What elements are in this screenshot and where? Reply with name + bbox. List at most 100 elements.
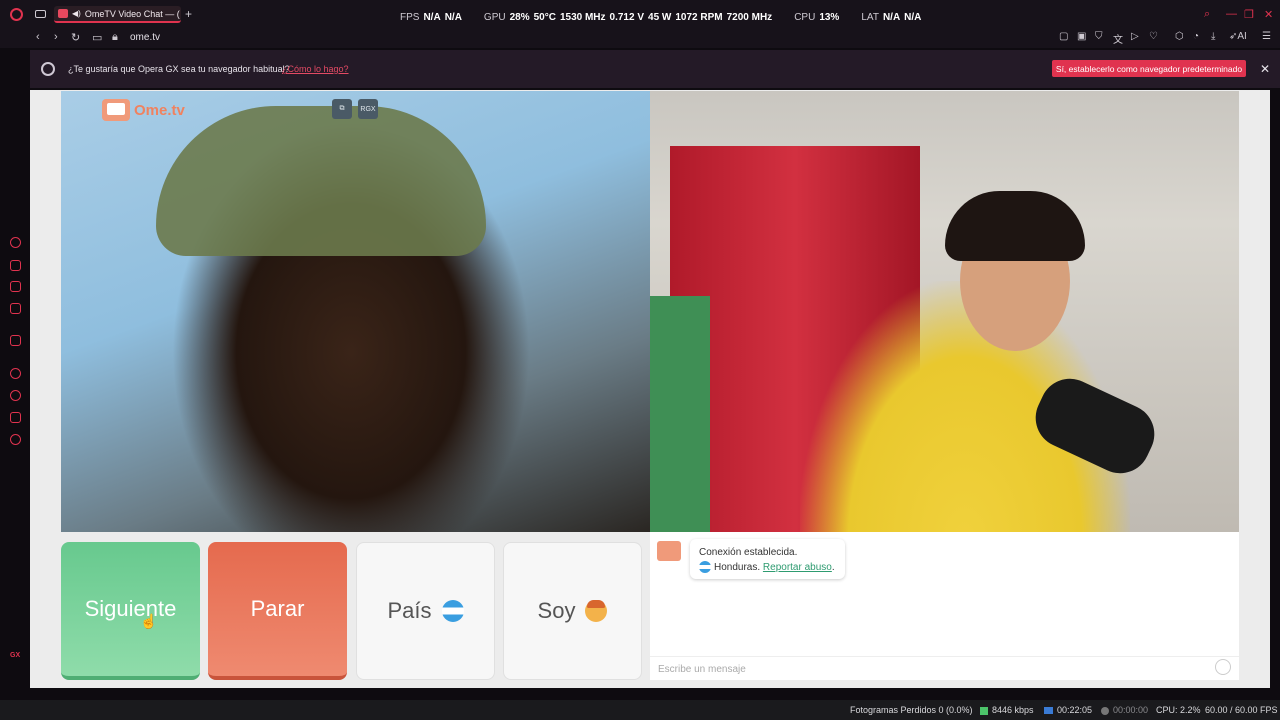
honduras-flag-icon <box>441 600 464 622</box>
mail-icon[interactable] <box>10 303 21 314</box>
play-icon[interactable]: ▷ <box>1131 31 1139 42</box>
extensions-icon[interactable]: ⬡ <box>1175 31 1184 42</box>
stop-label: Parar <box>250 596 305 621</box>
honduras-flag-small-icon <box>699 561 711 574</box>
gx-corner-icon[interactable] <box>10 260 21 271</box>
default-browser-notice: ¿Te gustaría que Opera GX sea tu navegad… <box>30 50 1280 88</box>
connection-message: Conexión establecida. <box>699 547 798 558</box>
url-text[interactable]: ome.tv <box>130 32 160 43</box>
boy-emoji-icon <box>585 600 608 622</box>
messenger-icon[interactable] <box>10 281 21 292</box>
opera-gx-icon <box>41 62 55 76</box>
gpu-temp: 50°C <box>533 12 556 23</box>
report-abuse-link[interactable]: Reportar abuso <box>763 562 832 573</box>
stream-icon <box>1044 707 1053 715</box>
tv-logo-icon <box>102 99 130 121</box>
how-to-link[interactable]: ¿Cómo lo hago? <box>282 64 349 74</box>
logo-text: Ome.tv <box>134 101 185 119</box>
bookmark-icon[interactable]: ▢ <box>1059 31 1068 42</box>
gx-control-icon[interactable] <box>10 237 21 248</box>
fps-label: FPS <box>400 12 420 23</box>
account-icon[interactable]: ◔ <box>1193 31 1199 42</box>
twitch-icon[interactable] <box>10 335 21 346</box>
gpu-power: 45 W <box>648 12 672 23</box>
ai-label: AI <box>1237 31 1247 42</box>
stranger-cap <box>156 106 486 256</box>
rec-time-value: 00:00:00 <box>1113 705 1149 715</box>
reload-icon[interactable]: ↻ <box>71 31 80 44</box>
extensions-sidebar-icon[interactable] <box>10 412 21 423</box>
next-button[interactable]: Siguiente <box>61 542 200 680</box>
cpu-value: 13% <box>819 12 840 23</box>
gpu-volt: 0.712 V <box>609 12 645 23</box>
settings-icon[interactable] <box>10 434 21 445</box>
obs-status-bar: Fotogramas Perdidos 0 (0.0%) 8446 kbps 0… <box>0 700 1280 720</box>
fps-readout: 60.00 / 60.00 FPS <box>1205 705 1278 715</box>
shield-icon[interactable]: ⛉ <box>1095 31 1103 42</box>
gpu-clock: 1530 MHz <box>559 12 606 23</box>
rgx-button[interactable]: RGX <box>358 99 378 119</box>
popout-button[interactable]: ⧉ <box>332 99 352 119</box>
stop-button[interactable]: Parar <box>208 542 347 680</box>
search-icon[interactable]: ⌕ <box>1204 8 1210 21</box>
report-suffix: . <box>831 562 835 573</box>
tab-ometv[interactable]: ◀) OmeTV Video Chat — ( <box>54 6 181 23</box>
heart-icon[interactable]: ♡ <box>1149 31 1158 42</box>
lat-label: LAT <box>861 12 879 23</box>
opera-logo-icon[interactable] <box>10 8 23 21</box>
gpu-label: GPU <box>483 12 506 23</box>
gx-sidebar: GX <box>0 48 30 698</box>
stream-time-value: 00:22:05 <box>1057 705 1093 715</box>
browser-top-bar: ◀) OmeTV Video Chat — ( + FPS N/A N/A GP… <box>0 0 1280 28</box>
maximize-icon[interactable]: ❐ <box>1244 8 1254 21</box>
rec-time: 00:00:00 <box>1101 705 1148 715</box>
dropped-frames: Fotogramas Perdidos 0 (0.0%) <box>850 705 973 715</box>
ometv-avatar-icon <box>657 541 681 561</box>
ometv-page: Ome.tv ⧉ RGX Siguiente Parar País Soy ☝ … <box>30 90 1270 688</box>
ometv-favicon-icon <box>58 9 68 18</box>
country-line: Honduras. Reportar abuso. <box>699 560 836 575</box>
bitrate-value: 8446 kbps <box>992 705 1034 715</box>
snapshot-icon[interactable]: ▣ <box>1077 31 1086 42</box>
player-icon[interactable] <box>10 368 21 379</box>
camera-icon[interactable]: ▭ <box>92 31 102 44</box>
self-hair <box>945 191 1085 261</box>
ai-button[interactable]: ➶AI <box>1229 31 1247 42</box>
close-notice-icon[interactable]: ✕ <box>1260 62 1270 76</box>
menu-icon[interactable]: ☰ <box>1262 31 1271 42</box>
emoji-picker-icon[interactable] <box>1215 659 1231 675</box>
gx-label: GX <box>10 652 21 659</box>
forward-icon[interactable]: › <box>54 31 58 43</box>
lock-icon: 🔒︎ <box>112 31 118 43</box>
lat-value: N/A <box>882 12 901 23</box>
chat-panel: Conexión establecida. Honduras. Reportar… <box>650 532 1239 680</box>
gender-label: Soy <box>537 598 576 623</box>
download-icon[interactable]: ⤓ <box>1211 31 1215 42</box>
ometv-logo: Ome.tv <box>102 99 185 121</box>
gpu-fan: 1072 RPM <box>675 12 723 23</box>
gpu-mem: 7200 MHz <box>726 12 773 23</box>
address-bar: ‹ › ↻ ▭ 🔒︎ ome.tv ▢ ▣ ⛉ 文 ▷ ♡ ⬡ ◔ ⤓ ➶AI … <box>0 28 1280 48</box>
stranger-video: Ome.tv ⧉ RGX <box>61 91 650 532</box>
set-default-button[interactable]: Sí, establecerlo como navegador predeter… <box>1052 60 1246 77</box>
minimize-icon[interactable]: — <box>1226 8 1237 20</box>
fps-value-2: N/A <box>444 12 462 23</box>
close-icon[interactable]: ✕ <box>1264 8 1273 21</box>
speaker-icon[interactable]: ◀) <box>72 9 81 18</box>
translate-icon[interactable]: 文 <box>1113 31 1123 46</box>
gpu-load: 28% <box>509 12 530 23</box>
next-label: Siguiente <box>84 596 177 621</box>
back-icon[interactable]: ‹ <box>36 31 40 43</box>
gender-button[interactable]: Soy <box>503 542 642 680</box>
new-tab-button[interactable]: + <box>185 7 192 21</box>
record-icon <box>1101 706 1109 715</box>
bitrate: 8446 kbps <box>980 705 1034 715</box>
notice-message: ¿Te gustaría que Opera GX sea tu navegad… <box>68 64 290 74</box>
cpu-label: CPU <box>794 12 816 23</box>
message-input[interactable]: Escribe un mensaje <box>650 656 1239 680</box>
country-name: Honduras. <box>714 562 761 573</box>
history-icon[interactable] <box>10 390 21 401</box>
country-button[interactable]: País <box>356 542 495 680</box>
tab-switcher-icon[interactable] <box>35 10 46 18</box>
cpu-usage: CPU: 2.2% <box>1156 705 1201 715</box>
